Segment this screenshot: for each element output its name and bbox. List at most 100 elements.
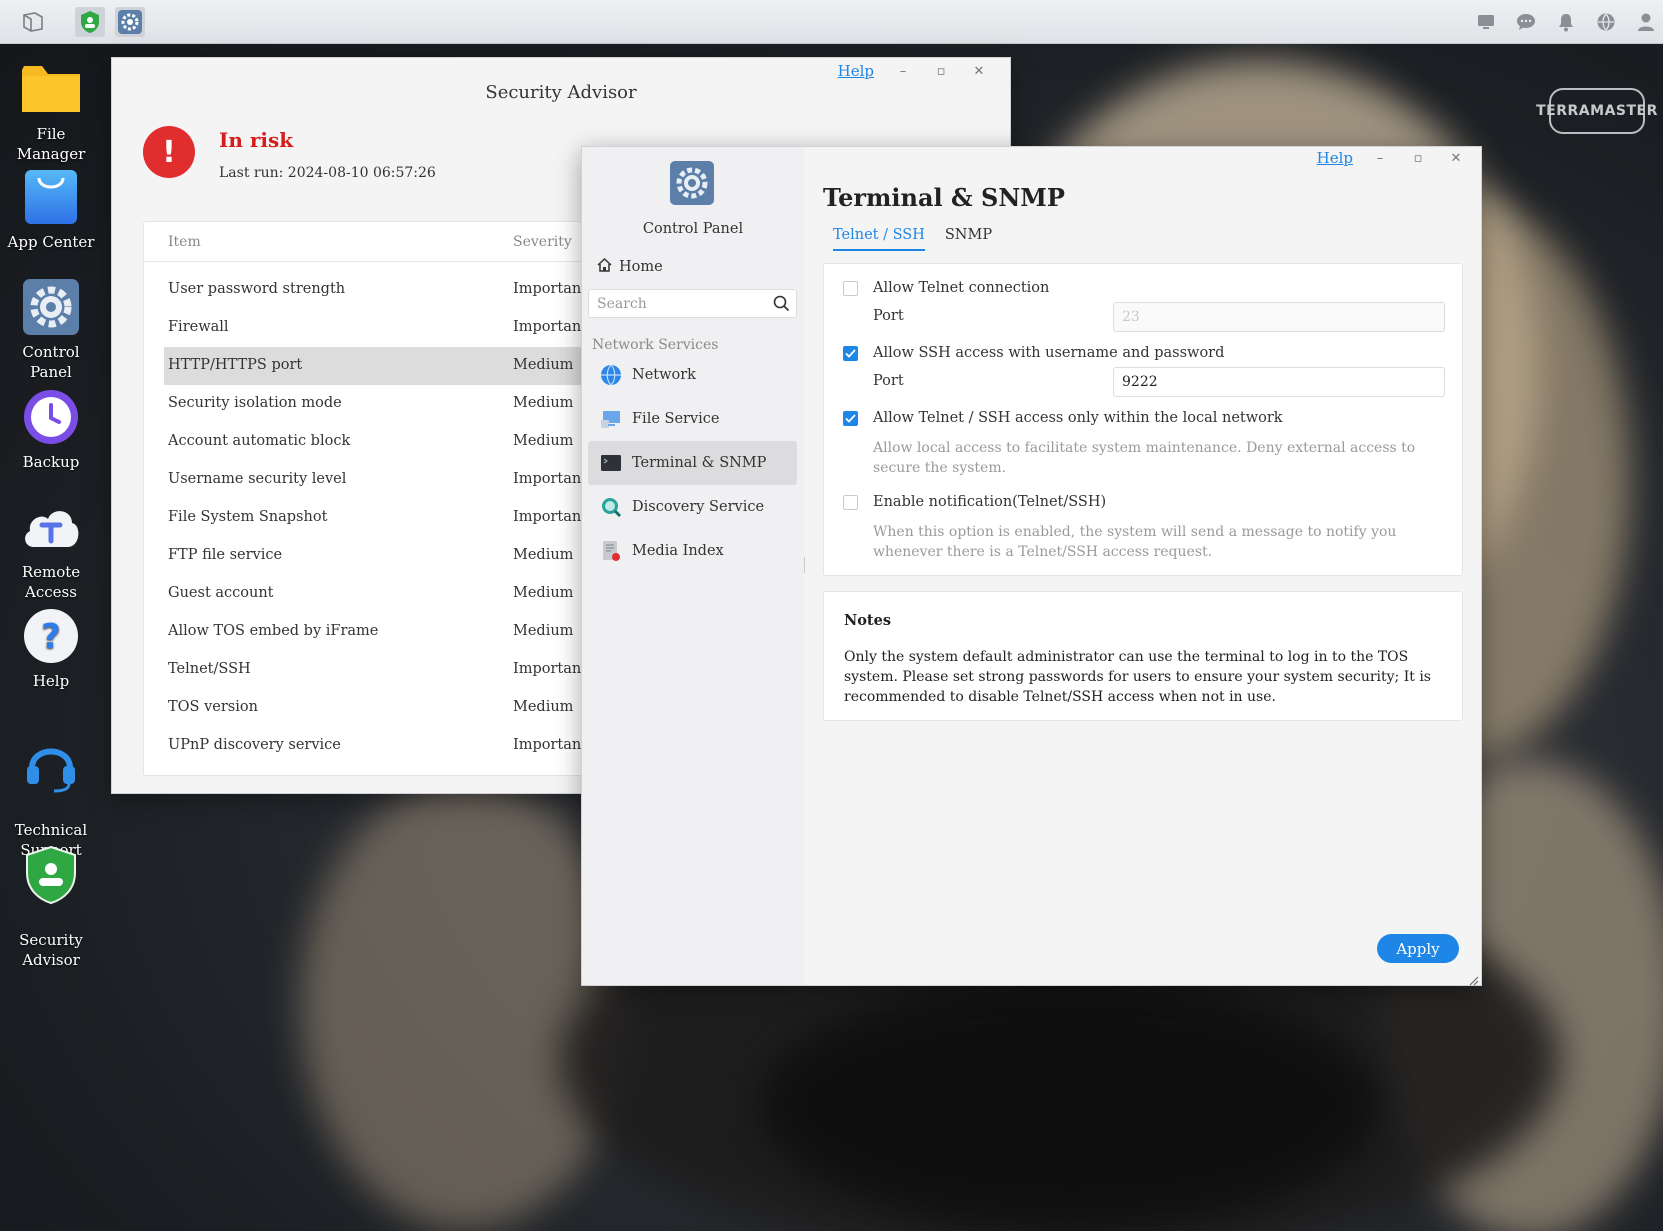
desktop-help[interactable]: ? Help (0, 605, 102, 691)
maximize-button[interactable]: ▫ (922, 64, 960, 79)
tab-bar: Telnet / SSH SNMP (833, 227, 992, 251)
local-network-hint: Allow local access to facilitate system … (873, 440, 1416, 476)
option-label: Allow Telnet connection (873, 280, 1050, 296)
sidebar-item-network[interactable]: Network (588, 353, 797, 397)
sidebar-item-media-index[interactable]: Media Index (588, 529, 797, 573)
magnifier-icon (600, 496, 622, 518)
desktop-icon-label: Backup (22, 453, 80, 471)
help-question-icon: ? (20, 605, 82, 667)
minimize-button[interactable]: – (1361, 151, 1399, 166)
row-severity: Medium (513, 433, 574, 449)
row-item-name: HTTP/HTTPS port (168, 357, 303, 373)
row-item-name: File System Snapshot (168, 509, 328, 525)
enable-notification-checkbox[interactable] (843, 494, 858, 510)
column-header-item[interactable]: Item (168, 234, 201, 250)
cloud-icon (20, 496, 82, 558)
ssh-port-label: Port (873, 373, 904, 389)
control-panel-sidebar: Control Panel Home Network Services Netw… (582, 147, 804, 985)
network-globe-icon (600, 364, 622, 386)
allow-telnet-checkbox[interactable] (843, 280, 858, 296)
allow-ssh-checkbox[interactable] (843, 345, 858, 361)
notes-card: Notes Only the system default administra… (823, 591, 1463, 721)
local-network-only-checkbox[interactable] (843, 410, 858, 426)
chat-icon[interactable] (1515, 11, 1537, 33)
apply-button[interactable]: Apply (1377, 934, 1459, 963)
sidebar-item-label: Media Index (632, 543, 724, 559)
alert-icon: ! (143, 126, 195, 178)
control-panel-window: Control Panel Home Network Services Netw… (581, 146, 1482, 986)
monitor-icon[interactable] (1475, 11, 1497, 33)
tab-telnet-ssh[interactable]: Telnet / SSH (833, 227, 925, 251)
sidebar-item-label: Terminal & SNMP (632, 455, 767, 471)
close-button[interactable]: ✕ (960, 64, 998, 79)
window-controls: Help – ▫ ✕ (1317, 149, 1475, 167)
help-link[interactable]: Help (838, 62, 874, 80)
column-header-severity[interactable]: Severity (513, 234, 572, 250)
terramaster-logo: TERRAMASTER (1536, 88, 1657, 134)
row-severity: Medium (513, 699, 574, 715)
row-severity: Medium (513, 585, 574, 601)
home-icon (596, 257, 613, 277)
sidebar-item-label: Discovery Service (632, 499, 765, 515)
sidebar-item-file-service[interactable]: File Service (588, 397, 797, 441)
sidebar-item-discovery-service[interactable]: Discovery Service (588, 485, 797, 529)
row-item-name: User password strength (168, 281, 346, 297)
home-link[interactable]: Home (596, 257, 663, 277)
row-item-name: TOS version (168, 699, 258, 715)
svg-text:?: ? (41, 617, 61, 657)
security-advisor-task-icon[interactable] (75, 7, 105, 37)
local-network-only-option: Allow Telnet / SSH access only within th… (843, 410, 1283, 426)
row-severity: Medium (513, 395, 574, 411)
show-desktop-icon[interactable] (18, 7, 48, 37)
enable-notification-option: Enable notification(Telnet/SSH) (843, 494, 1106, 510)
desktop-app-center[interactable]: App Center (0, 166, 102, 252)
row-item-name: Guest account (168, 585, 274, 601)
control-panel-content: Help – ▫ ✕ Terminal & SNMP Telnet / SSH … (804, 147, 1481, 985)
shield-icon (20, 844, 82, 906)
row-severity: Important (513, 281, 588, 297)
control-panel-logo-icon (670, 161, 714, 205)
minimize-button[interactable]: – (884, 64, 922, 79)
row-severity: Important (513, 737, 588, 753)
globe-icon[interactable] (1595, 11, 1617, 33)
row-severity: Important (513, 471, 588, 487)
desktop-icon-label: File Manager (16, 125, 86, 163)
notification-hint: When this option is enabled, the system … (873, 524, 1397, 560)
resize-grip-icon[interactable] (1467, 971, 1479, 986)
notification-bell-icon[interactable] (1555, 11, 1577, 33)
row-item-name: Account automatic block (168, 433, 351, 449)
desktop-icon-label: Control Panel (22, 343, 80, 381)
desktop-security-advisor[interactable]: Security Advisor (0, 824, 102, 990)
folder-icon (20, 58, 82, 120)
desktop-control-panel[interactable]: Control Panel (0, 276, 102, 382)
media-index-icon (600, 540, 622, 562)
row-severity: Medium (513, 623, 574, 639)
search-icon[interactable] (773, 295, 790, 316)
search-input[interactable] (589, 290, 759, 317)
row-item-name: Username security level (168, 471, 347, 487)
desktop-file-manager[interactable]: File Manager (0, 58, 102, 164)
desktop-icon-label: App Center (7, 233, 95, 251)
sidebar-item-label: File Service (632, 411, 720, 427)
desktop-backup[interactable]: Backup (0, 386, 102, 472)
maximize-button[interactable]: ▫ (1399, 151, 1437, 166)
close-button[interactable]: ✕ (1437, 151, 1475, 166)
window-controls: Help – ▫ ✕ (838, 62, 998, 80)
tab-snmp[interactable]: SNMP (945, 227, 992, 251)
row-severity: Important (513, 661, 588, 677)
home-label: Home (619, 259, 663, 275)
control-panel-task-icon[interactable] (115, 7, 145, 37)
row-item-name: Telnet/SSH (168, 661, 251, 677)
desktop-remote-access[interactable]: Remote Access (0, 496, 102, 602)
notes-title: Notes (844, 612, 892, 629)
help-link[interactable]: Help (1317, 149, 1353, 167)
user-icon[interactable] (1635, 11, 1657, 33)
telnet-port-input[interactable] (1114, 303, 1444, 331)
option-label: Allow Telnet / SSH access only within th… (873, 410, 1283, 426)
sidebar-item-terminal-snmp[interactable]: Terminal & SNMP (588, 441, 797, 485)
checkmark-icon (845, 348, 856, 358)
ssh-port-input[interactable] (1114, 368, 1444, 396)
row-severity: Medium (513, 357, 574, 373)
window-title: Security Advisor (485, 82, 637, 103)
telnet-port-field (1113, 302, 1445, 332)
